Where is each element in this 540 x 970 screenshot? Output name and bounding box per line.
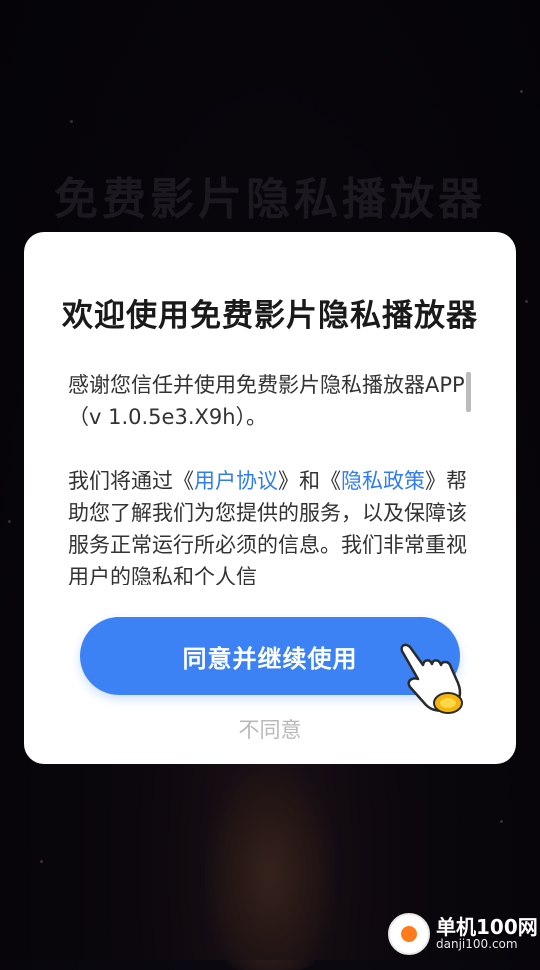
agreement-text-scroll[interactable]: 感谢您信任并使用免费影片隐私播放器APP（v 1.0.5e3.X9h）。 我们将… [68,369,468,585]
disagree-button[interactable]: 不同意 [24,714,516,744]
scrollbar[interactable] [466,372,471,412]
watermark-url: danji100.com [436,937,518,952]
welcome-paragraph: 感谢您信任并使用免费影片隐私播放器APP（v 1.0.5e3.X9h）。 [68,373,465,429]
user-agreement-link[interactable]: 用户协议 [194,469,278,493]
pointing-hand-icon [400,643,463,714]
agreement-text: 我们将通过《 [68,469,194,493]
privacy-policy-link[interactable]: 隐私政策 [341,469,425,493]
agreement-paragraph: 我们将通过《用户协议》和《隐私政策》帮助您了解我们为您提供的服务，以及保障该服务… [68,465,468,585]
agreement-text: 》和《 [278,469,341,493]
watermark: 单机100网 danji100.com [388,912,538,956]
dialog-title: 欢迎使用免费影片隐私播放器 [62,298,478,334]
watermark-text: 单机100网 danji100.com [436,916,538,951]
watermark-name: 单机100网 [436,915,538,940]
watermark-logo-icon [388,913,430,955]
privacy-dialog: 欢迎使用免费影片隐私播放器 感谢您信任并使用免费影片隐私播放器APP（v 1.0… [24,232,516,764]
